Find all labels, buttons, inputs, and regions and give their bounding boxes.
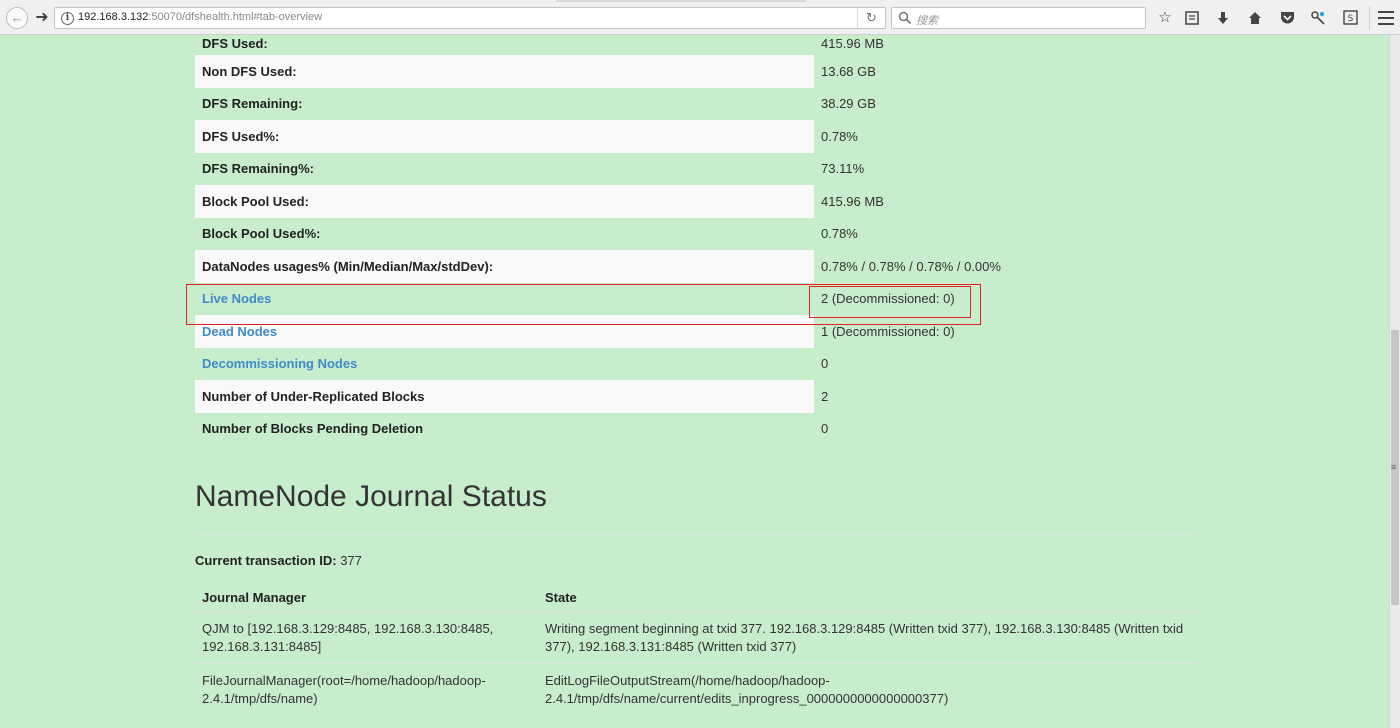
summary-row: Block Pool Used: 415.96 MB (195, 185, 1197, 218)
summary-label-cell: Live Nodes (195, 283, 814, 316)
section-divider (195, 534, 1197, 535)
summary-value: 2 (821, 388, 829, 404)
journal-section-title: NameNode Journal Status (195, 480, 547, 513)
summary-value: 73.11% (821, 161, 865, 177)
search-icon (898, 11, 912, 25)
summary-row: Dead Nodes 1 (Decommissioned: 0) (195, 315, 1197, 348)
summary-value: 415.96 MB (821, 36, 884, 51)
summary-label: Non DFS Used: (202, 63, 297, 79)
summary-value: 415.96 MB (821, 193, 884, 209)
summary-value: 13.68 GB (821, 63, 876, 79)
decommissioning-nodes-link[interactable]: Decommissioning Nodes (202, 356, 357, 371)
summary-label-cell: DFS Remaining%: (195, 153, 814, 186)
summary-row: Non DFS Used: 13.68 GB (195, 55, 1197, 88)
address-bar[interactable]: i 192.168.3.132:50070/dfshealth.html#tab… (54, 7, 886, 29)
summary-label: Block Pool Used: (202, 193, 309, 209)
summary-label-cell: Block Pool Used: (195, 185, 814, 218)
screenshot-icon[interactable]: S (1340, 8, 1360, 28)
browser-toolbar: ← ➜ i 192.168.3.132:50070/dfshealth.html… (0, 0, 1400, 35)
summary-label-cell: Decommissioning Nodes (195, 348, 814, 381)
info-icon[interactable]: i (61, 12, 74, 25)
search-placeholder: 搜索 (916, 15, 938, 27)
bookmark-star-icon[interactable]: ☆ (1155, 8, 1175, 28)
svg-text:S: S (1347, 14, 1353, 24)
summary-row: Number of Under-Replicated Blocks 2 (195, 380, 1197, 413)
summary-row: DFS Remaining%: 73.11% (195, 153, 1197, 186)
pocket-icon[interactable] (1277, 8, 1297, 28)
journal-state-cell: Writing segment beginning at txid 377. 1… (538, 611, 1197, 664)
summary-label: Number of Under-Replicated Blocks (202, 388, 425, 404)
summary-row: DFS Remaining: 38.29 GB (195, 88, 1197, 121)
summary-value: 0.78% (821, 128, 858, 144)
summary-row: Decommissioning Nodes 0 (195, 348, 1197, 381)
txid-value: 377 (340, 553, 362, 568)
live-nodes-link[interactable]: Live Nodes (202, 291, 271, 306)
tools-icon[interactable] (1308, 8, 1328, 28)
journal-manager-header: Journal Manager (195, 583, 538, 612)
summary-label-cell: Dead Nodes (195, 315, 814, 348)
summary-label-cell: DFS Used%: (195, 120, 814, 153)
summary-label: DFS Used: (202, 36, 268, 51)
summary-value: 0 (821, 356, 829, 372)
summary-label-cell: DFS Used: (195, 35, 814, 55)
dead-nodes-link[interactable]: Dead Nodes (202, 324, 277, 339)
summary-label: DFS Remaining%: (202, 161, 314, 177)
summary-row: Live Nodes 2 (Decommissioned: 0) (195, 283, 1197, 316)
summary-table: DFS Used: 415.96 MB Non DFS Used: 13.68 GB D… (195, 35, 1197, 445)
summary-row: DFS Used%: 0.78% (195, 120, 1197, 153)
summary-label-cell: DataNodes usages% (Min/Median/Max/stdDev… (195, 250, 814, 283)
menu-icon[interactable] (1378, 11, 1394, 25)
summary-row: DataNodes usages% (Min/Median/Max/stdDev… (195, 250, 1197, 283)
summary-label-cell: Number of Blocks Pending Deletion (195, 413, 814, 446)
summary-label-cell: Number of Under-Replicated Blocks (195, 380, 814, 413)
summary-label: Number of Blocks Pending Deletion (202, 421, 424, 437)
summary-value: 38.29 GB (821, 96, 876, 112)
search-input[interactable]: 搜索 (891, 7, 1146, 29)
url-text[interactable]: 192.168.3.132:50070/dfshealth.html#tab-o… (78, 11, 322, 23)
summary-value: 2 (Decommissioned: 0) (821, 291, 955, 307)
summary-label: DFS Remaining: (202, 96, 303, 112)
journal-row: FileJournalManager(root=/home/hadoop/had… (195, 663, 1197, 715)
summary-value: 0.78% / 0.78% / 0.78% / 0.00% (821, 258, 1001, 274)
journal-state-header: State (538, 583, 1197, 612)
forward-icon[interactable]: ➜ (31, 7, 53, 29)
toolbar-divider (1369, 6, 1370, 30)
summary-value: 0 (821, 421, 829, 437)
summary-row: Number of Blocks Pending Deletion 0 (195, 413, 1197, 446)
summary-label-cell: Non DFS Used: (195, 55, 814, 88)
current-txid: Current transaction ID: 377 (195, 553, 1197, 568)
journal-row: QJM to [192.168.3.129:8485, 192.168.3.13… (195, 611, 1197, 664)
url-host: 192.168.3.132 (78, 11, 149, 23)
url-path: :50070/dfshealth.html#tab-overview (148, 11, 323, 23)
summary-value: 1 (Decommissioned: 0) (821, 323, 955, 339)
overview-content: DFS Used: 415.96 MB Non DFS Used: 13.68 GB D… (195, 35, 1197, 715)
summary-row: Block Pool Used%: 0.78% (195, 218, 1197, 251)
reading-list-icon[interactable] (1182, 8, 1202, 28)
active-tab-edge (556, 0, 806, 2)
journal-state-cell: EditLogFileOutputStream(/home/hadoop/had… (538, 663, 1197, 715)
journal-table: Journal Manager State QJM to [192.168.3.… (195, 583, 1197, 715)
vertical-scrollbar[interactable] (1389, 35, 1400, 728)
summary-label: DFS Used%: (202, 128, 280, 144)
back-icon[interactable]: ← (6, 7, 28, 29)
summary-label: Block Pool Used%: (202, 226, 321, 242)
summary-label-cell: Block Pool Used%: (195, 218, 814, 251)
scrollbar-grip-icon: ≡ (1391, 462, 1397, 472)
journal-manager-cell: QJM to [192.168.3.129:8485, 192.168.3.13… (195, 611, 538, 664)
summary-label-cell: DFS Remaining: (195, 88, 814, 121)
summary-row: DFS Used: 415.96 MB (195, 35, 1197, 55)
download-icon[interactable] (1213, 8, 1233, 28)
summary-label: DataNodes usages% (Min/Median/Max/stdDev… (202, 258, 494, 274)
txid-label: Current transaction ID: (195, 553, 337, 568)
reload-icon[interactable]: ↻ (857, 8, 885, 28)
journal-manager-cell: FileJournalManager(root=/home/hadoop/had… (195, 663, 538, 715)
summary-value: 0.78% (821, 226, 858, 242)
home-icon[interactable] (1245, 8, 1265, 28)
